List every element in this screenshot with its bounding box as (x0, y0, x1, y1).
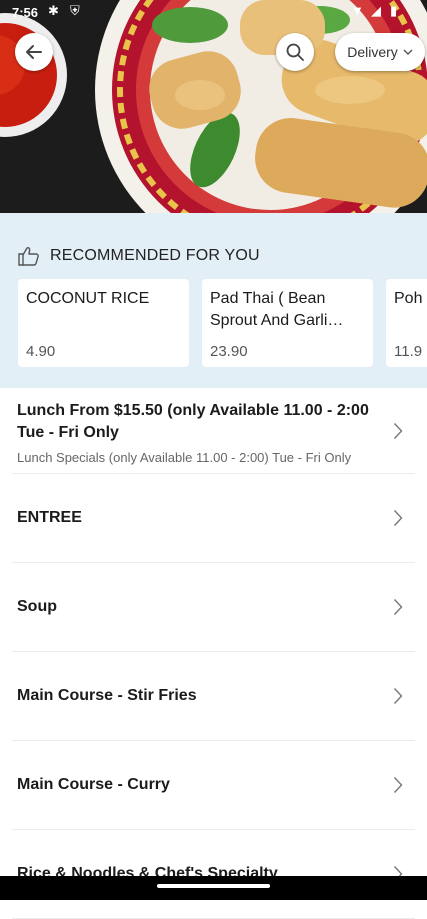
menu-category-list: Lunch From $15.50 (only Available 11.00 … (0, 388, 427, 919)
category-row-soup[interactable]: Soup (12, 563, 415, 652)
chevron-right-icon (393, 422, 403, 439)
chevron-down-icon (403, 49, 413, 55)
recommended-card[interactable]: Poh Hom 11.9 (386, 279, 427, 367)
recommended-title: RECOMMENDED FOR YOU (50, 247, 260, 264)
recommended-section: RECOMMENDED FOR YOU COCONUT RICE 4.90 Pa… (0, 213, 427, 388)
signal-icon: ◢ (371, 3, 381, 18)
recommended-item-name: COCONUT RICE (26, 290, 150, 307)
back-button[interactable] (15, 33, 53, 71)
category-title: Lunch From $15.50 (only Available 11.00 … (17, 402, 369, 441)
category-subtitle: Lunch Specials (only Available 11.00 - 2… (17, 450, 352, 465)
recommended-item-price: 23.90 (210, 343, 248, 360)
recommended-header: RECOMMENDED FOR YOU (18, 246, 260, 266)
delivery-mode-label: Delivery (347, 44, 398, 60)
category-row-stir-fries[interactable]: Main Course - Stir Fries (12, 652, 415, 741)
recommended-item-name: Poh Hom (394, 290, 427, 307)
back-arrow-icon (26, 45, 42, 59)
chevron-right-icon (393, 599, 403, 615)
recommended-card[interactable]: COCONUT RICE 4.90 (18, 279, 189, 367)
wifi-icon: ▼ (351, 3, 364, 18)
category-title: ENTREE (17, 509, 82, 526)
category-row-rice-noodles[interactable]: Rice & Noodles & Chef's Specialty (12, 830, 415, 919)
home-gesture-handle[interactable] (157, 884, 270, 888)
chevron-right-icon (393, 777, 403, 793)
category-row-lunch[interactable]: Lunch From $15.50 (only Available 11.00 … (12, 388, 415, 474)
recommended-item-price: 4.90 (26, 343, 56, 360)
category-title: Main Course - Curry (17, 776, 170, 793)
hero-food-image (0, 0, 427, 213)
recommended-carousel[interactable]: COCONUT RICE 4.90 Pad Thai ( Bean Sprout… (18, 279, 427, 367)
shield-status-icon: ⛨ (70, 3, 80, 18)
battery-icon: ▮ (390, 3, 398, 18)
category-row-entree[interactable]: ENTREE (12, 474, 415, 563)
search-icon (286, 43, 304, 61)
recommended-card[interactable]: Pad Thai ( Bean Sprout And Garli… 23.90 (202, 279, 373, 367)
thumbs-up-icon (18, 247, 39, 266)
chevron-right-icon (393, 510, 403, 526)
search-button[interactable] (276, 33, 314, 71)
recommended-item-price: 11.9 (394, 343, 423, 360)
chevron-right-icon (393, 688, 403, 704)
category-title: Soup (17, 598, 57, 615)
status-bar: 7:56 ✱ ⛨ ▼ ◢ ▮ (0, 0, 427, 26)
recommended-item-name: Pad Thai ( Bean Sprout And Garli… (210, 290, 344, 329)
status-time: 7:56 (12, 5, 39, 20)
settings-status-icon: ✱ (48, 3, 59, 18)
delivery-mode-selector[interactable]: Delivery (335, 33, 425, 71)
category-title: Main Course - Stir Fries (17, 687, 197, 704)
system-navigation-bar (0, 876, 427, 900)
category-row-curry[interactable]: Main Course - Curry (12, 741, 415, 830)
